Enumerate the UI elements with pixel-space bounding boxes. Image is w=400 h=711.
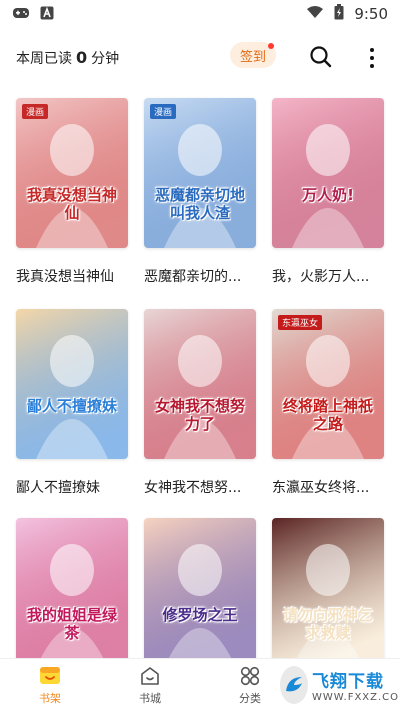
reading-unit: 分钟 [91, 51, 120, 67]
shelf-header: 本周已读 0 分钟 签到 [0, 36, 400, 80]
book-cover[interactable]: 女神我不想努力了 [144, 309, 256, 459]
book-title: 女神我不想努... [144, 480, 242, 496]
book-cover[interactable]: 终将踏上神祇之路 东瀛巫女 [272, 309, 384, 459]
search-button[interactable] [308, 44, 334, 70]
book-item[interactable]: 修罗场之王 [144, 518, 256, 668]
status-bar: 9:50 [0, 0, 400, 28]
book-item[interactable]: 请勿向邪神乞求救赎 [272, 518, 384, 668]
cover-tag: 漫画 [22, 104, 49, 119]
book-item[interactable]: 我真没想当神仙 漫画我真没想当神仙 [16, 98, 128, 286]
search-icon [310, 46, 332, 68]
bookshelf-icon [40, 666, 60, 684]
cover-title-art: 我的姐姐是绿茶 [26, 606, 117, 642]
site-watermark: 飞翔下载 WWW.FXXZ.COM [280, 662, 400, 708]
cover-title-art: 万人奶! [302, 186, 354, 204]
cover-tag: 漫画 [150, 104, 177, 119]
nav-category-label: 分类 [239, 691, 261, 705]
book-title: 我，火影万人... [272, 269, 370, 285]
nav-bookstore-label: 书城 [139, 691, 161, 705]
clock-time: 9:50 [354, 5, 388, 23]
wifi-icon [306, 5, 324, 23]
book-item[interactable]: 万人奶! 我，火影万人... [272, 98, 384, 286]
book-item[interactable]: 恶魔都亲切地叫我人渣 漫画恶魔都亲切的... [144, 98, 256, 286]
book-cover[interactable]: 请勿向邪神乞求救赎 [272, 518, 384, 668]
more-vertical-icon [370, 48, 374, 52]
cover-title-art: 修罗场之王 [162, 606, 238, 624]
cover-title-art: 我真没想当神仙 [26, 186, 117, 222]
book-cover[interactable]: 我真没想当神仙 漫画 [16, 98, 128, 248]
cover-title-art: 终将踏上神祇之路 [282, 397, 373, 433]
more-menu-button[interactable] [362, 44, 382, 72]
book-cover[interactable]: 恶魔都亲切地叫我人渣 漫画 [144, 98, 256, 248]
checkin-button[interactable]: 签到 [230, 42, 276, 68]
nav-bookstore[interactable]: 书城 [100, 659, 200, 711]
cover-title-art: 鄙人不擅撩妹 [26, 397, 117, 415]
book-item[interactable]: 女神我不想努力了女神我不想努... [144, 309, 256, 497]
reading-minutes: 0 [76, 48, 88, 67]
battery-charging-icon [334, 4, 344, 24]
book-cover[interactable]: 我的姐姐是绿茶 [16, 518, 128, 668]
watermark-main-text: 飞翔下载 [312, 672, 384, 692]
a-icon [40, 5, 54, 24]
bookstore-icon [141, 666, 159, 685]
book-item[interactable]: 我的姐姐是绿茶 [16, 518, 128, 668]
book-item[interactable]: 终将踏上神祇之路 东瀛巫女东瀛巫女终将... [272, 309, 384, 497]
watermark-sub-text: WWW.FXXZ.COM [312, 692, 400, 703]
notification-dot [268, 43, 274, 49]
weekly-reading-stat: 本周已读 0 分钟 [16, 48, 119, 68]
book-cover[interactable]: 修罗场之王 [144, 518, 256, 668]
book-title: 我真没想当神仙 [16, 269, 114, 285]
book-cover[interactable]: 鄙人不擅撩妹 [16, 309, 128, 459]
cover-title-art: 请勿向邪神乞求救赎 [282, 606, 373, 642]
cover-title-art: 女神我不想努力了 [154, 397, 245, 433]
nav-bookshelf[interactable]: 书架 [0, 659, 100, 711]
book-item[interactable]: 鄙人不擅撩妹 鄙人不擅撩妹 [16, 309, 128, 497]
reading-prefix: 本周已读 [16, 51, 72, 67]
book-title: 鄙人不擅撩妹 [16, 480, 100, 496]
nav-bookshelf-label: 书架 [39, 691, 61, 705]
gamepad-icon [12, 5, 30, 24]
cover-tag: 东瀛巫女 [278, 315, 323, 330]
checkin-label: 签到 [239, 49, 266, 65]
category-icon [240, 666, 260, 685]
book-title: 恶魔都亲切的... [144, 269, 242, 285]
book-title: 东瀛巫女终将... [272, 480, 370, 496]
book-cover[interactable]: 万人奶! [272, 98, 384, 248]
cover-title-art: 恶魔都亲切地叫我人渣 [154, 186, 245, 222]
watermark-logo-icon [280, 666, 308, 704]
